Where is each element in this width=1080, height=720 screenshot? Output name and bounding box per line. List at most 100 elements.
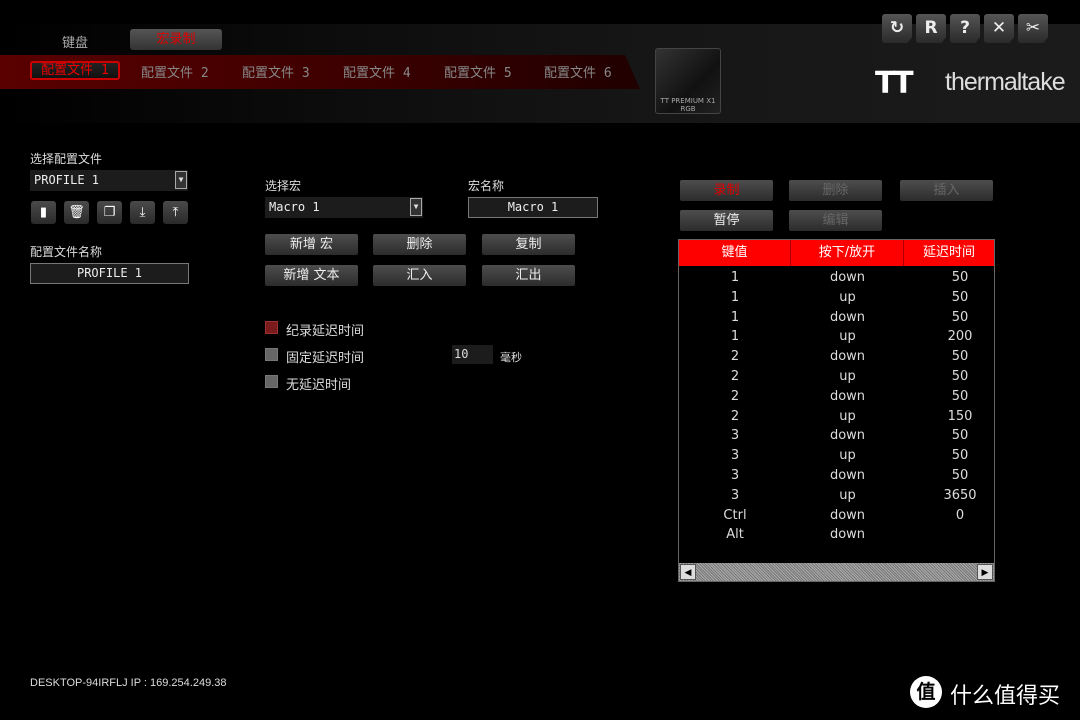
action-cell: up (839, 448, 856, 464)
action-cell: down (829, 388, 866, 404)
new-profile-icon[interactable]: ▮ (31, 201, 56, 224)
record-delay-label: 纪录延迟时间 (286, 324, 365, 339)
insert-step-button[interactable]: 插入 (900, 180, 993, 201)
header-action[interactable]: 按下/放开 (791, 240, 904, 266)
select-profile-label: 选择配置文件 (30, 152, 103, 166)
key-cell: 2 (730, 369, 740, 384)
chevron-down-icon[interactable]: ▼ (175, 171, 187, 189)
copy-macro-button[interactable]: 复制 (482, 234, 575, 255)
scroll-left-icon[interactable]: ◀ (680, 564, 696, 580)
edit-step-button[interactable]: 编辑 (789, 210, 882, 231)
close-icon[interactable]: ✕ (984, 14, 1014, 43)
table-row[interactable]: 2 up 150 (679, 407, 994, 427)
device-thumbnail[interactable]: TT PREMIUM X1 RGB (655, 48, 721, 114)
new-macro-button[interactable]: 新增 宏 (265, 234, 358, 255)
table-row[interactable]: 2 up 50 (679, 367, 994, 387)
settings-icon[interactable]: ✂ (1018, 14, 1048, 43)
table-row[interactable]: 3 up 3650 (679, 486, 994, 506)
new-text-button[interactable]: 新增 文本 (265, 265, 358, 286)
table-row[interactable]: 3 up 50 (679, 446, 994, 466)
profile-tab-4[interactable]: 配置文件 4 (343, 62, 411, 81)
table-row[interactable]: Alt down (679, 525, 994, 545)
device-name: TT PREMIUM X1 RGB (660, 97, 716, 113)
tab-macro[interactable]: 宏录制 (130, 29, 222, 50)
import-profile-icon[interactable]: ⤓ (130, 201, 155, 224)
table-header: 键值 按下/放开 延迟时间 (679, 240, 994, 266)
profile-name-label: 配置文件名称 (30, 245, 103, 259)
refresh-icon[interactable]: ↻ (882, 14, 912, 43)
delete-step-button[interactable]: 删除 (789, 180, 882, 201)
copy-profile-icon[interactable]: ❐ (97, 201, 122, 224)
delay-cell: 50 (951, 428, 969, 444)
record-delay-checkbox[interactable] (265, 321, 278, 334)
profile-tab-6[interactable]: 配置文件 6 (544, 62, 612, 81)
delay-cell: 3650 (943, 487, 977, 503)
delay-cell: 0 (955, 507, 965, 523)
tab-keyboard[interactable]: 键盘 (62, 32, 88, 51)
fixed-delay-input[interactable]: 10 (452, 345, 493, 364)
key-cell: Ctrl (723, 507, 747, 523)
delay-cell: 50 (951, 270, 969, 285)
table-row[interactable]: 3 down 50 (679, 466, 994, 486)
no-delay-label: 无延迟时间 (286, 378, 352, 393)
action-cell: up (839, 487, 856, 503)
table-row[interactable]: 1 up 50 (679, 288, 994, 308)
header-key[interactable]: 键值 (679, 240, 791, 266)
help-icon[interactable]: ? (950, 14, 980, 43)
key-cell: 3 (730, 428, 740, 444)
delay-cell: 50 (951, 309, 969, 325)
table-row[interactable]: 3 down 50 (679, 426, 994, 446)
table-row[interactable]: 2 down 50 (679, 347, 994, 367)
export-profile-icon[interactable]: ⤒ (163, 201, 188, 224)
profile-tab-3[interactable]: 配置文件 3 (242, 62, 310, 81)
delay-cell: 200 (947, 329, 973, 345)
macro-select[interactable]: Macro 1 ▼ (265, 197, 423, 218)
key-cell: 3 (730, 448, 740, 464)
macro-name-input[interactable]: Macro 1 (468, 197, 598, 218)
key-cell: 1 (730, 289, 740, 305)
horizontal-scrollbar[interactable]: ◀ ▶ (679, 563, 994, 581)
profile-name-input[interactable]: PROFILE 1 (30, 263, 189, 284)
action-cell: up (839, 369, 856, 384)
profile-tab-1[interactable]: 配置文件 1 (30, 61, 120, 80)
table-row[interactable]: 2 down 50 (679, 387, 994, 407)
header-delay[interactable]: 延迟时间 (904, 240, 994, 266)
delete-macro-button[interactable]: 删除 (373, 234, 466, 255)
export-macro-button[interactable]: 汇出 (482, 265, 575, 286)
host-ip-status: DESKTOP-94IRFLJ IP : 169.254.249.38 (30, 677, 227, 689)
chevron-down-icon[interactable]: ▼ (410, 198, 422, 216)
import-macro-button[interactable]: 汇入 (373, 265, 466, 286)
key-cell: 3 (730, 468, 740, 483)
fixed-delay-label: 固定延迟时间 (286, 351, 365, 366)
delete-profile-icon[interactable]: 🗑 (64, 201, 89, 224)
thermaltake-logo-text: thermaltake (945, 68, 1066, 96)
action-cell: down (829, 527, 866, 543)
delay-cell: 50 (951, 369, 969, 384)
action-cell: down (829, 428, 866, 444)
reset-icon[interactable]: R (916, 14, 946, 43)
key-cell: Alt (726, 527, 744, 543)
delay-cell: 50 (951, 448, 969, 464)
action-cell: up (839, 329, 856, 345)
key-cell: 1 (730, 329, 740, 345)
action-cell: down (829, 468, 866, 483)
profile-tab-2[interactable]: 配置文件 2 (141, 62, 209, 81)
table-row[interactable]: Ctrl down 0 (679, 506, 994, 526)
table-row[interactable]: 1 down 50 (679, 268, 994, 288)
profile-tab-5[interactable]: 配置文件 5 (444, 62, 512, 81)
fixed-delay-checkbox[interactable] (265, 348, 278, 361)
thermaltake-logo-mark: TT (875, 66, 914, 101)
table-row[interactable]: 1 down 50 (679, 308, 994, 328)
scroll-right-icon[interactable]: ▶ (977, 564, 993, 580)
profile-select[interactable]: PROFILE 1 ▼ (30, 170, 188, 191)
macro-select-value: Macro 1 (269, 200, 320, 214)
table-row[interactable]: 1 up 200 (679, 327, 994, 347)
delay-cell (904, 525, 994, 545)
key-cell: 2 (730, 349, 740, 365)
delay-cell: 150 (947, 408, 973, 424)
record-button[interactable]: 录制 (680, 180, 773, 201)
delay-unit-label: 毫秒 (500, 351, 522, 364)
pause-button[interactable]: 暂停 (680, 210, 773, 231)
no-delay-checkbox[interactable] (265, 375, 278, 388)
action-cell: down (829, 309, 866, 325)
